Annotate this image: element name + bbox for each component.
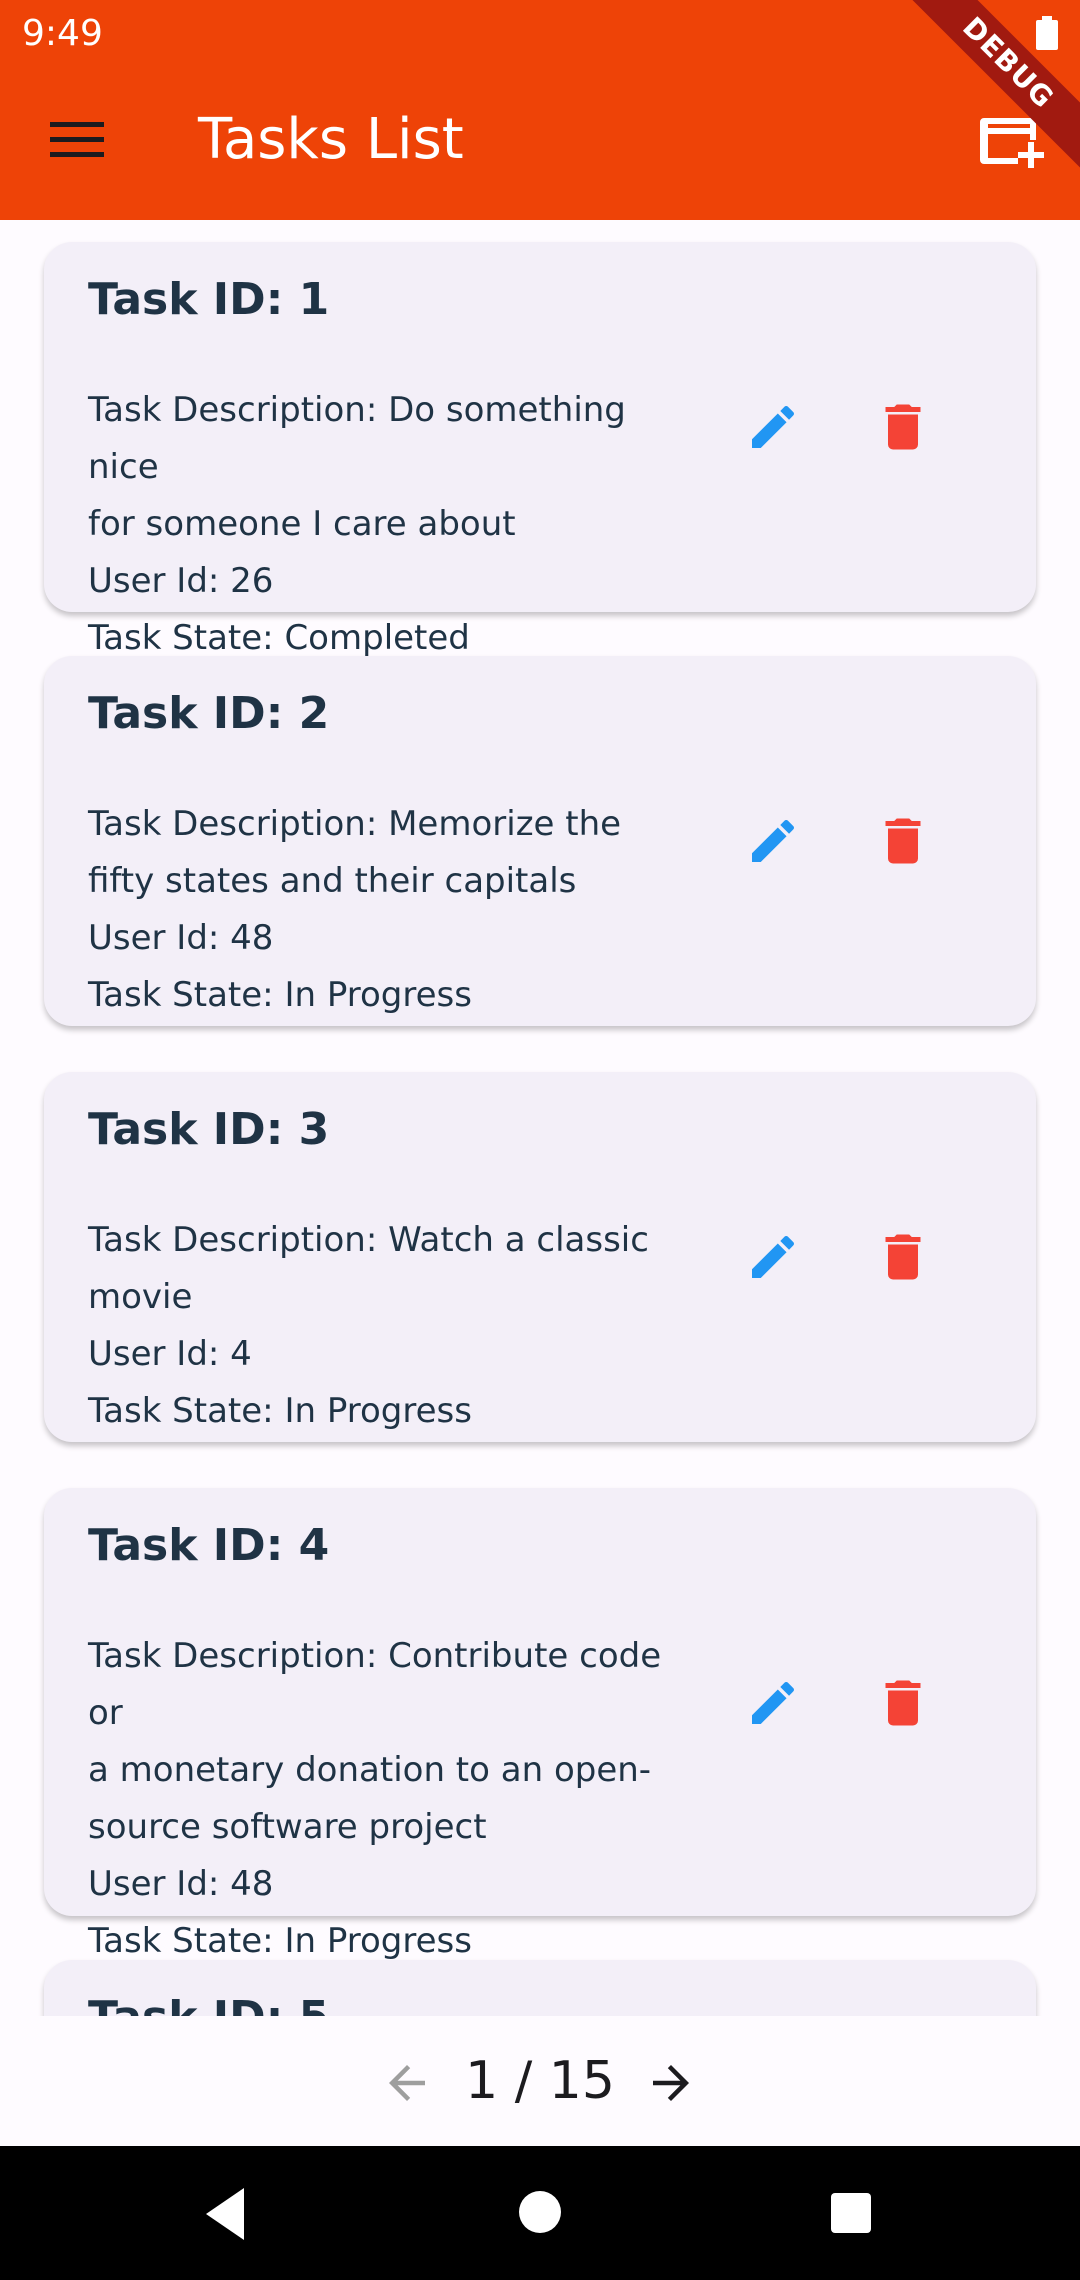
trash-icon	[885, 404, 921, 450]
task-title: Task ID: 2	[88, 688, 330, 739]
menu-icon[interactable]	[50, 120, 104, 160]
task-state: Task State: In Progress	[88, 1391, 472, 1431]
trash-icon	[885, 1680, 921, 1726]
task-description: movie	[88, 1277, 193, 1317]
task-description: fifty states and their capitals	[88, 861, 577, 901]
task-card: Task ID: 1 Task Description: Do somethin…	[44, 242, 1036, 658]
pencil-icon	[752, 819, 795, 862]
screen: 9:49 Tasks List DEBUG Task ID: 1 Task De…	[0, 0, 1080, 2280]
edit-button[interactable]	[738, 806, 808, 876]
delete-button[interactable]	[868, 392, 938, 462]
arrow-left-icon[interactable]	[380, 2056, 434, 2110]
task-card: Task ID: 4 Task Description: Contribute …	[44, 1488, 1036, 1961]
task-title: Task ID: 4	[88, 1520, 330, 1571]
battery-icon	[1036, 16, 1058, 50]
trash-icon	[885, 1234, 921, 1280]
trash-icon	[885, 818, 921, 864]
status-time: 9:49	[22, 13, 103, 54]
task-card: Task ID: 3 Task Description: Watch a cla…	[44, 1072, 1036, 1442]
task-user-id: User Id: 4	[88, 1334, 252, 1374]
task-list[interactable]: Task ID: 1 Task Description: Do somethin…	[0, 220, 1080, 2016]
task-description: Task Description: Do something nice	[88, 390, 626, 487]
edit-button[interactable]	[738, 392, 808, 462]
task-title: Task ID: 5	[88, 1990, 329, 2016]
page-title: Tasks List	[198, 107, 464, 172]
task-description: Task Description: Watch a classic	[88, 1220, 649, 1260]
task-card: Task ID: 5	[44, 1960, 1036, 2016]
task-description: a monetary donation to an open-	[88, 1750, 652, 1790]
task-user-id: User Id: 48	[88, 918, 274, 958]
task-title: Task ID: 1	[88, 274, 330, 325]
edit-button[interactable]	[738, 1222, 808, 1292]
edit-button[interactable]	[738, 1668, 808, 1738]
task-description: Task Description: Contribute code or	[88, 1636, 662, 1733]
task-card: Task ID: 2 Task Description: Memorize th…	[44, 656, 1036, 1026]
task-user-id: User Id: 48	[88, 1864, 274, 1904]
pagination: 1 / 15	[0, 2016, 1080, 2146]
task-description: Task Description: Memorize the	[88, 804, 622, 844]
task-user-id: User Id: 26	[88, 561, 274, 601]
pencil-icon	[752, 1681, 795, 1724]
delete-button[interactable]	[868, 1668, 938, 1738]
pencil-icon	[752, 405, 795, 448]
page-indicator: 1 / 15	[465, 2051, 615, 2111]
pencil-icon	[752, 1235, 795, 1278]
system-nav-bar	[0, 2146, 1080, 2280]
task-description: for someone I care about	[88, 504, 516, 544]
delete-button[interactable]	[868, 806, 938, 876]
home-icon[interactable]	[518, 2190, 562, 2234]
arrow-right-icon[interactable]	[644, 2056, 698, 2110]
task-description: source software project	[88, 1807, 487, 1847]
delete-button[interactable]	[868, 1222, 938, 1292]
task-title: Task ID: 3	[88, 1104, 330, 1155]
task-state: Task State: In Progress	[88, 975, 472, 1015]
back-icon[interactable]	[200, 2186, 250, 2242]
app-bar: 9:49 Tasks List DEBUG	[0, 0, 1080, 220]
recent-apps-icon[interactable]	[830, 2192, 872, 2234]
